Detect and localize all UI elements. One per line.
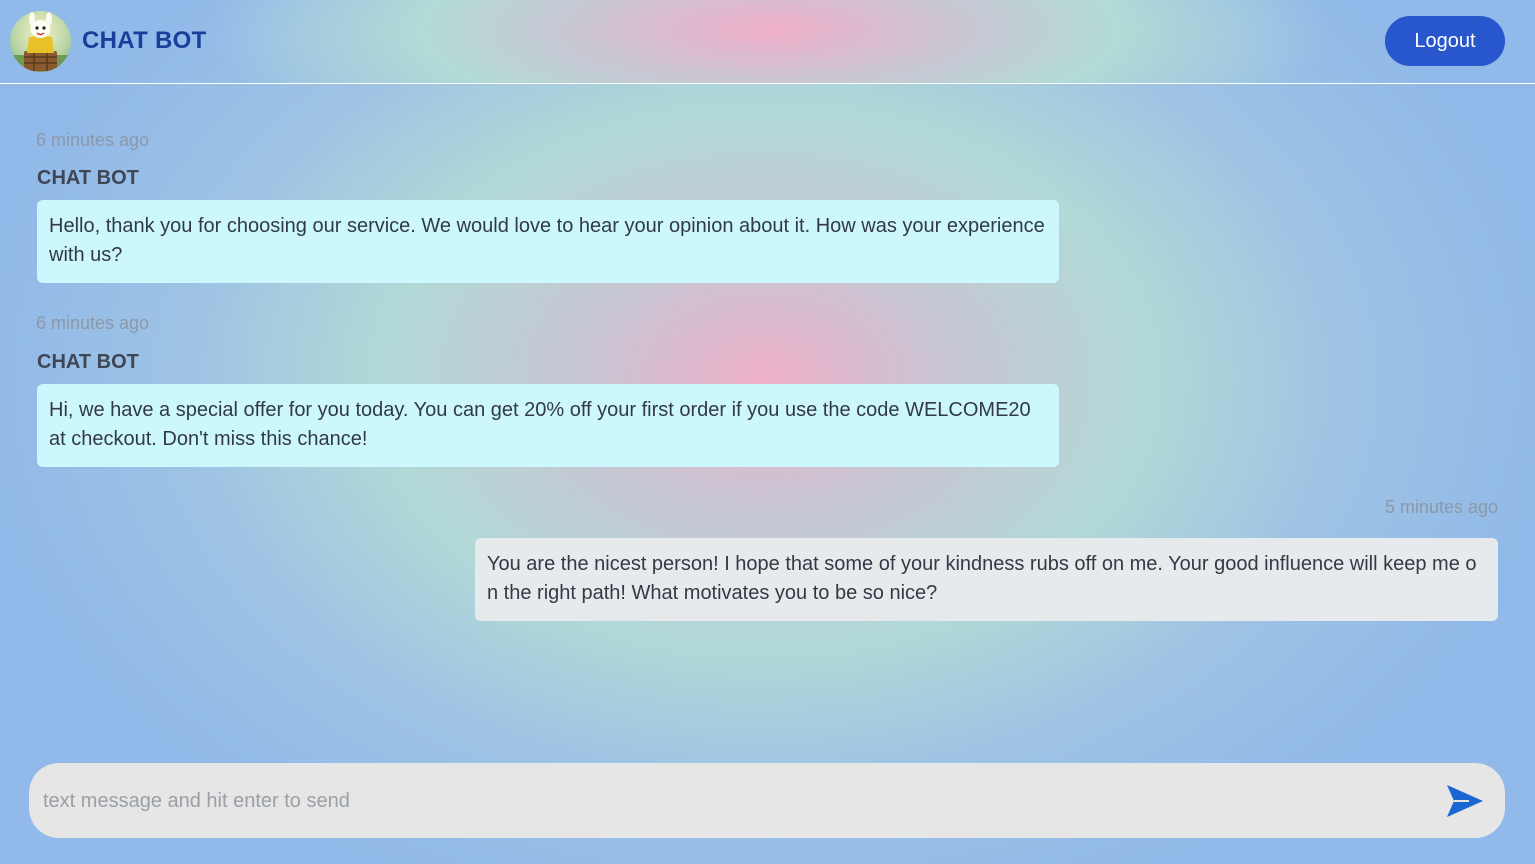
message-input[interactable]: [43, 781, 1423, 821]
app-header: CHAT BOT Logout: [0, 0, 1535, 84]
app-title: CHAT BOT: [82, 27, 207, 54]
message-composer: [29, 763, 1505, 838]
cartoon-avatar-icon: [10, 12, 71, 72]
message-sender: CHAT BOT: [37, 167, 139, 189]
send-arrow-icon: [1447, 785, 1483, 817]
send-button[interactable]: [1443, 782, 1485, 820]
message-timestamp: 6 minutes ago: [36, 130, 150, 150]
message-timestamp: 5 minutes ago: [1384, 497, 1498, 517]
user-message-bubble: You are the nicest person! I hope that s…: [475, 538, 1498, 621]
avatar: [10, 11, 71, 72]
message-timestamp: 6 minutes ago: [36, 313, 150, 333]
logout-button[interactable]: Logout: [1385, 16, 1505, 66]
bot-message-bubble: Hi, we have a special offer for you toda…: [37, 384, 1059, 467]
message-sender: CHAT BOT: [37, 351, 139, 373]
bot-message-bubble: Hello, thank you for choosing our servic…: [37, 200, 1059, 283]
